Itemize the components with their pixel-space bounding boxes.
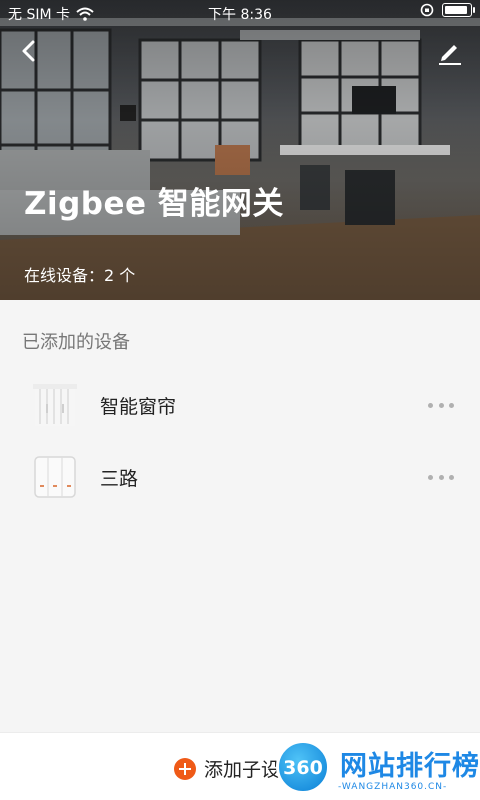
device-name: 三路 [100, 468, 139, 490]
online-device-count: 在线设备：2 个 [24, 266, 136, 285]
watermark-url: -WANGZHAN360.CN- [338, 782, 448, 792]
gateway-title: Zigbee 智能网关 [24, 186, 284, 222]
pencil-icon [439, 45, 461, 65]
back-button[interactable] [14, 36, 44, 66]
more-options-button[interactable] [428, 400, 454, 410]
chevron-left-icon [22, 40, 35, 62]
edit-button[interactable] [436, 38, 464, 66]
section-title: 已添加的设备 [22, 332, 130, 353]
three-gang-switch-icon [34, 456, 76, 498]
device-row-curtain[interactable]: 智能窗帘 [0, 370, 480, 440]
orientation-lock-icon [420, 3, 434, 17]
watermark-name: 网站排行榜 [340, 751, 480, 782]
plus-icon [174, 757, 196, 780]
watermark: 360 网站排行榜 -WANGZHAN360.CN- [268, 736, 480, 800]
device-list-section: 已添加的设备 智能窗帘 三路 [0, 300, 480, 732]
header-banner: 无 SIM 卡 下午 8:36 Zigbee 智能网关 在线设备：2 个 [0, 0, 480, 300]
device-row-three-gang-switch[interactable]: 三路 [0, 442, 480, 512]
watermark-logo: 360 [276, 740, 330, 794]
battery-icon [442, 3, 475, 17]
curtain-icon [33, 384, 77, 426]
more-options-button[interactable] [428, 472, 454, 482]
status-bar: 无 SIM 卡 下午 8:36 [0, 0, 480, 26]
device-name: 智能窗帘 [100, 396, 177, 418]
status-time: 下午 8:36 [208, 7, 272, 23]
